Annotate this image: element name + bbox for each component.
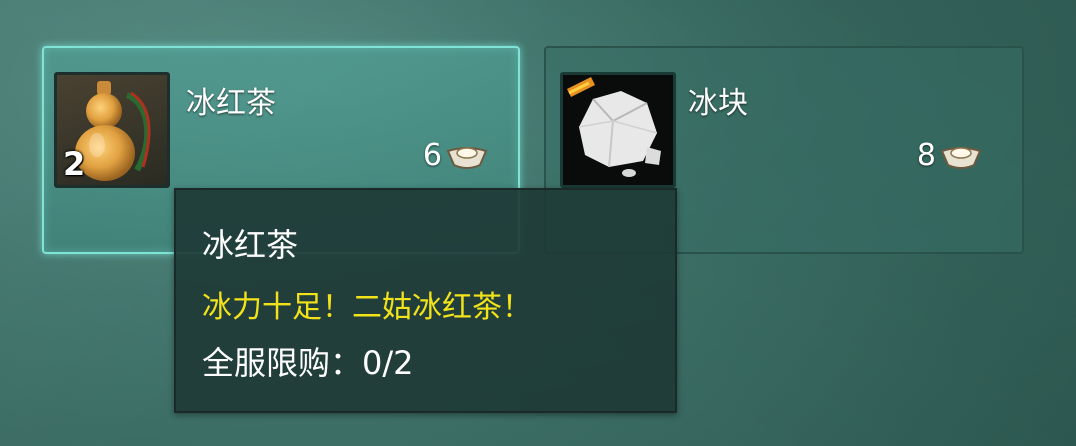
- item-price: 8: [917, 138, 982, 173]
- price-value: 6: [422, 138, 442, 173]
- item-quantity: 2: [63, 145, 86, 183]
- tooltip-description: 冰力十足！二姑冰红茶！: [202, 290, 532, 325]
- tooltip-purchase-limit: 全服限购：0/2: [202, 344, 414, 382]
- item-name: 冰块: [688, 86, 748, 121]
- silver-ingot-icon: [940, 146, 982, 169]
- item-icon-frame: 2: [54, 72, 170, 188]
- ice-block-icon: [567, 77, 661, 177]
- tooltip-title: 冰红茶: [202, 226, 299, 264]
- item-name: 冰红茶: [186, 86, 276, 121]
- item-tooltip: 冰红茶 冰力十足！二姑冰红茶！ 全服限购：0/2: [174, 188, 677, 413]
- item-icon-frame: [560, 72, 676, 188]
- price-value: 8: [916, 138, 936, 173]
- silver-ingot-icon: [446, 146, 488, 169]
- item-price: 6: [423, 138, 488, 173]
